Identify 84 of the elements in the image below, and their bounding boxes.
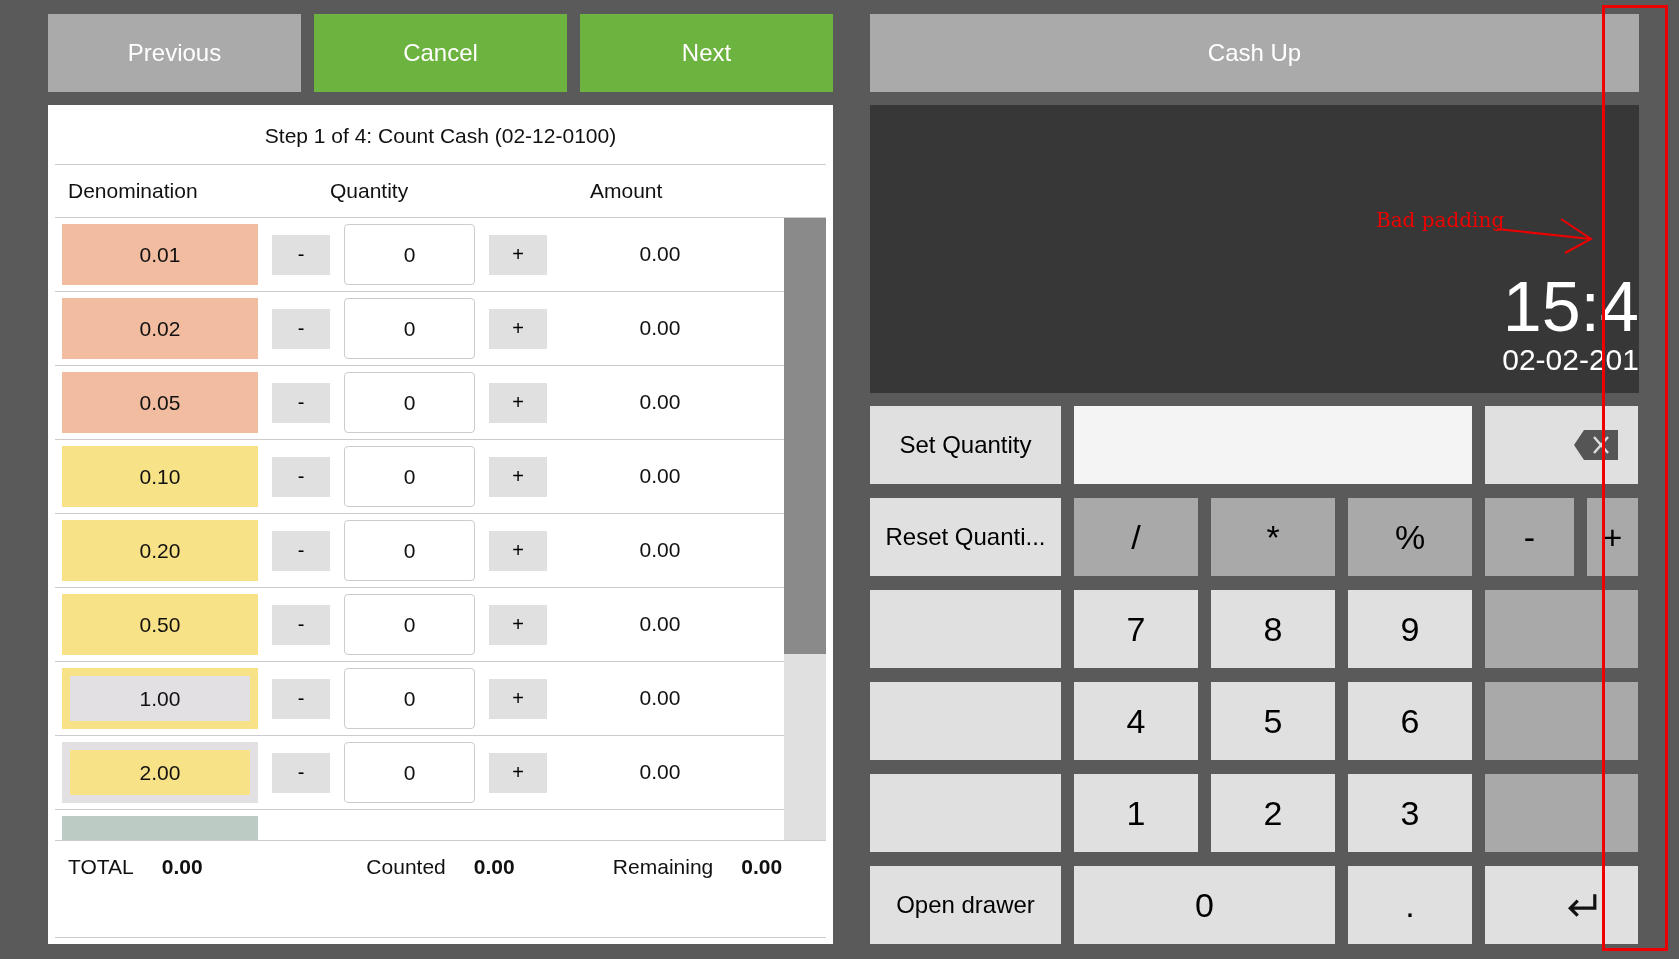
total-label: Remaining — [612, 855, 714, 879]
quantity-field[interactable]: 0 — [344, 298, 475, 359]
decrement-button[interactable]: - — [272, 752, 330, 793]
scrollbar-track[interactable] — [784, 218, 826, 840]
backspace-button[interactable] — [1485, 406, 1638, 484]
total-value: 0.00 — [741, 855, 783, 879]
quantity-field[interactable]: 0 — [344, 594, 475, 655]
denomination-tile[interactable]: 0.50 — [62, 594, 258, 655]
denomination-tile[interactable]: 0.01 — [62, 224, 258, 285]
backspace-icon — [1574, 430, 1618, 460]
keypad-key[interactable]: 9 — [1348, 590, 1472, 668]
operator-key[interactable]: - — [1485, 498, 1574, 576]
keypad-key[interactable]: 1 — [1074, 774, 1198, 852]
keypad-key[interactable]: 8 — [1211, 590, 1335, 668]
quantity-field[interactable]: 0 — [344, 372, 475, 433]
denomination-tile[interactable]: 2.00 — [62, 742, 258, 803]
action-button[interactable] — [870, 774, 1061, 852]
amount-text: 0.00 — [638, 759, 682, 784]
keypad-key[interactable]: 7 — [1074, 590, 1198, 668]
blank-key[interactable] — [1485, 682, 1638, 760]
decrement-button[interactable]: - — [272, 678, 330, 719]
total-value: 0.00 — [473, 855, 515, 879]
blank-key[interactable] — [1485, 590, 1638, 668]
action-button[interactable] — [870, 682, 1061, 760]
increment-button[interactable]: + — [489, 604, 547, 645]
keypad-key[interactable]: 4 — [1074, 682, 1198, 760]
amount-text: 0.00 — [638, 685, 682, 710]
amount-text: 0.00 — [638, 611, 682, 636]
keypad-key[interactable]: 3 — [1348, 774, 1472, 852]
denomination-tile[interactable]: 0.10 — [62, 446, 258, 507]
total-value: 0.00 — [161, 855, 203, 879]
operator-key[interactable]: / — [1074, 498, 1198, 576]
amount-text: 0.00 — [638, 537, 682, 562]
increment-button[interactable]: + — [489, 678, 547, 719]
amount-text: 0.00 — [638, 315, 682, 340]
increment-button[interactable]: + — [489, 530, 547, 571]
decrement-button[interactable]: - — [272, 234, 330, 275]
action-button[interactable]: Reset Quanti... — [870, 498, 1061, 576]
denomination-tile[interactable]: 1.00 — [62, 668, 258, 729]
operator-key[interactable]: + — [1587, 498, 1638, 576]
quantity-field[interactable]: 0 — [344, 742, 475, 803]
column-header: Quantity — [330, 179, 410, 203]
quantity-field[interactable]: 0 — [344, 224, 475, 285]
denomination-tile[interactable]: 0.20 — [62, 520, 258, 581]
increment-button[interactable]: + — [489, 456, 547, 497]
step-title: Step 1 of 4: Count Cash (02-12-0100) — [55, 105, 826, 165]
amount-text: 0.00 — [638, 389, 682, 414]
keypad-key[interactable]: 5 — [1211, 682, 1335, 760]
column-header: Denomination — [68, 179, 199, 203]
column-header: Amount — [590, 179, 663, 203]
keypad-key[interactable]: 6 — [1348, 682, 1472, 760]
keypad-key[interactable]: . — [1348, 866, 1472, 944]
action-button[interactable]: Set Quantity — [870, 406, 1061, 484]
quantity-field[interactable]: 0 — [344, 520, 475, 581]
decrement-button[interactable]: - — [272, 382, 330, 423]
decrement-button[interactable]: - — [272, 308, 330, 349]
annotation-text: Bad padding — [1376, 208, 1505, 232]
quantity-input-field[interactable] — [1074, 406, 1472, 484]
keypad-key[interactable]: 2 — [1211, 774, 1335, 852]
blank-key[interactable] — [1485, 774, 1638, 852]
total-label: Counted — [366, 855, 446, 879]
increment-button[interactable]: + — [489, 308, 547, 349]
decrement-button[interactable]: - — [272, 604, 330, 645]
quantity-field[interactable]: 0 — [344, 668, 475, 729]
operator-key[interactable]: * — [1211, 498, 1335, 576]
cash-up-title: Cash Up — [870, 14, 1639, 92]
denomination-tile[interactable]: 0.05 — [62, 372, 258, 433]
keypad-key[interactable]: 0 — [1074, 866, 1335, 944]
amount-text: 0.00 — [638, 241, 682, 266]
action-button[interactable] — [870, 590, 1061, 668]
increment-button[interactable]: + — [489, 234, 547, 275]
amount-text: 0.00 — [638, 463, 682, 488]
denomination-tile[interactable]: 0.02 — [62, 298, 258, 359]
increment-button[interactable]: + — [489, 752, 547, 793]
quantity-field[interactable]: 0 — [344, 446, 475, 507]
decrement-button[interactable]: - — [272, 530, 330, 571]
decrement-button[interactable]: - — [272, 456, 330, 497]
increment-button[interactable]: + — [489, 382, 547, 423]
enter-icon — [1566, 892, 1598, 918]
scrollbar-thumb[interactable] — [784, 218, 826, 654]
operator-key[interactable]: % — [1348, 498, 1472, 576]
action-button[interactable]: Open drawer — [870, 866, 1061, 944]
total-label: TOTAL — [68, 855, 134, 879]
enter-button[interactable] — [1485, 866, 1638, 944]
